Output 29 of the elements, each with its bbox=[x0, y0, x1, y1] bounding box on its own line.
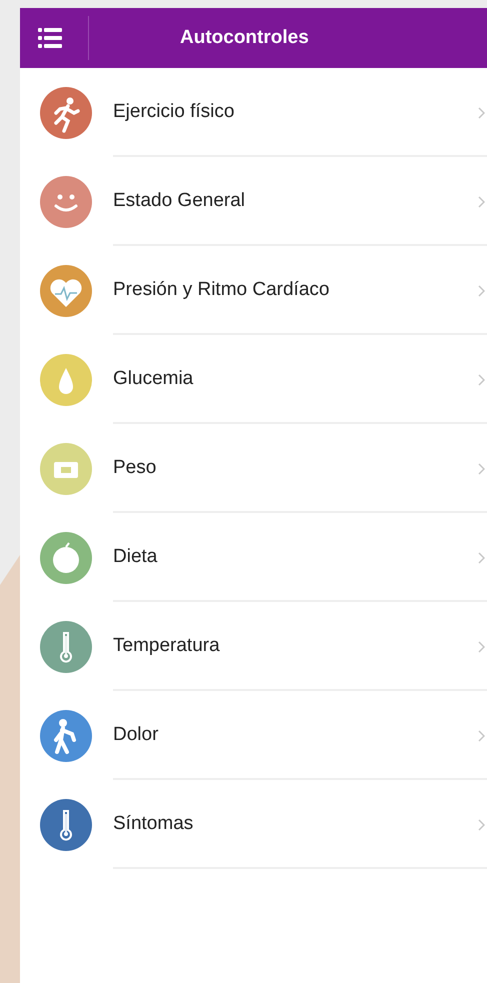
chevron-icon bbox=[478, 552, 485, 564]
list-item[interactable]: Estado General bbox=[20, 157, 487, 246]
screen-title: Autocontroles bbox=[180, 26, 309, 50]
list-item[interactable]: Presión y Ritmo Cardíaco bbox=[20, 246, 487, 335]
item-label: Ejercicio físico bbox=[113, 100, 234, 124]
item-label: Peso bbox=[113, 456, 156, 480]
list-item[interactable]: Dolor bbox=[20, 691, 487, 780]
chevron-icon bbox=[478, 730, 485, 742]
item-label: Dolor bbox=[113, 723, 158, 748]
item-label: Presión y Ritmo Cardíaco bbox=[113, 278, 330, 302]
item-label: Temperatura bbox=[113, 634, 220, 658]
list-item[interactable]: Dieta bbox=[20, 513, 487, 602]
chevron-icon bbox=[478, 106, 485, 118]
list-item[interactable]: Peso bbox=[20, 424, 487, 513]
list-item[interactable]: Síntomas bbox=[20, 780, 487, 869]
chevron-icon bbox=[478, 196, 485, 208]
chevron-icon bbox=[478, 818, 485, 830]
chevron-icon bbox=[478, 640, 485, 652]
item-label: Síntomas bbox=[113, 812, 194, 836]
menu-icon[interactable] bbox=[38, 27, 62, 49]
chevron-icon bbox=[478, 462, 485, 474]
item-label: Dieta bbox=[113, 545, 158, 570]
list-item[interactable]: Temperatura bbox=[20, 602, 487, 691]
chevron-icon bbox=[478, 374, 485, 386]
list-item[interactable]: Glucemia bbox=[20, 335, 487, 424]
item-label: Glucemia bbox=[113, 367, 194, 392]
list-item[interactable]: Ejercicio físico bbox=[20, 68, 487, 157]
chevron-icon bbox=[478, 284, 485, 296]
item-label: Estado General bbox=[113, 189, 246, 214]
